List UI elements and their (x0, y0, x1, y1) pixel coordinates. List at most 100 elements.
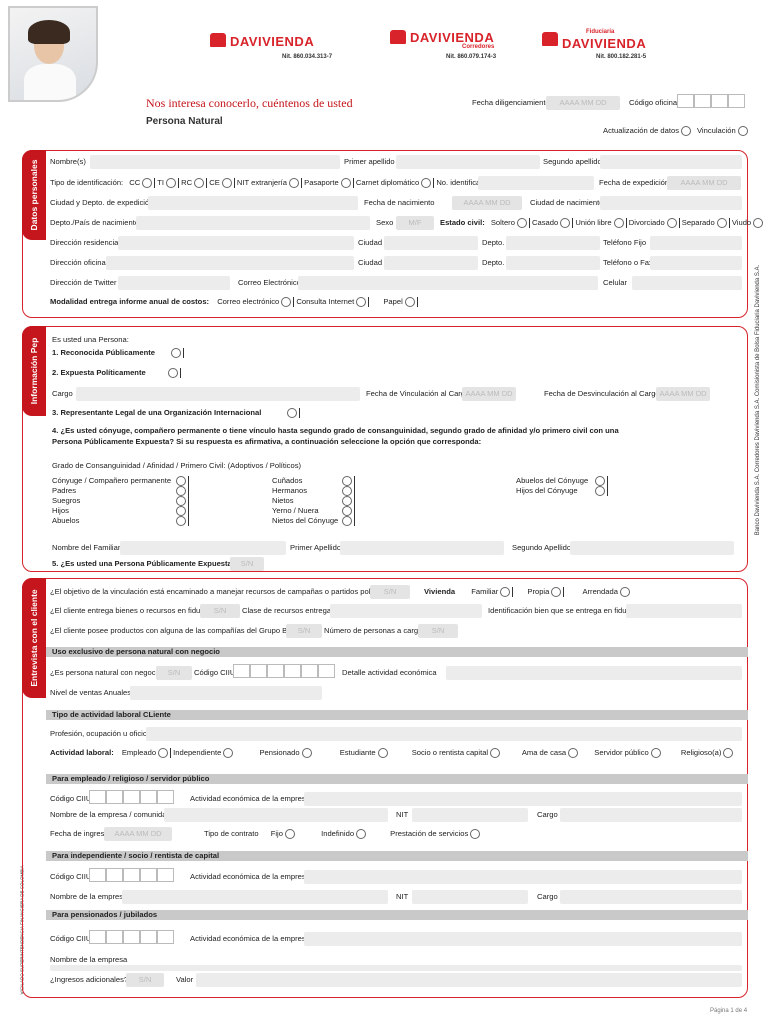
nit-ind-input[interactable] (412, 890, 528, 904)
num-personas-input[interactable]: S/N (418, 624, 458, 638)
actividad-empresa-input[interactable] (304, 792, 742, 806)
q1-radio[interactable] (170, 348, 181, 358)
socio-rentista-radio[interactable] (490, 748, 501, 758)
codigo-oficina-input[interactable] (677, 94, 745, 108)
familiar-vivienda-radio[interactable] (500, 587, 511, 597)
familiar-radio[interactable] (176, 476, 186, 486)
fecha-vinculacion-input[interactable]: AAAA MM DD (462, 387, 516, 401)
soltero-radio[interactable] (516, 218, 527, 228)
no-identificacion-input[interactable] (478, 176, 594, 190)
contrato-prestacion-radio[interactable] (470, 829, 481, 839)
ingresos-adicionales-input[interactable]: S/N (126, 973, 164, 987)
actualizacion-radio[interactable] (681, 126, 691, 136)
tipo-carnet-radio[interactable] (421, 178, 432, 188)
sexo-input[interactable]: M/F (396, 216, 434, 230)
fecha-ingreso-input[interactable]: AAAA MM DD (104, 827, 172, 841)
celular-input[interactable] (632, 276, 742, 290)
segundo-apellido-input[interactable] (600, 155, 742, 169)
tipo-nit-radio[interactable] (289, 178, 299, 188)
servidor-publico-radio[interactable] (650, 748, 661, 758)
ciiu-negocio-input[interactable] (233, 664, 335, 678)
ident-bien-input[interactable] (626, 604, 742, 618)
familiar-radio[interactable] (342, 486, 352, 496)
q2-radio[interactable] (167, 368, 178, 378)
familiar-radio[interactable] (342, 516, 352, 526)
familiar-radio[interactable] (176, 516, 186, 526)
tipo-rc-radio[interactable] (194, 178, 205, 188)
pep-primer-apellido-input[interactable] (340, 541, 504, 555)
separado-radio[interactable] (716, 218, 727, 228)
ciiu-pensionado-input[interactable] (89, 930, 174, 944)
ciudad-oficina-input[interactable] (384, 256, 478, 270)
detalle-actividad-input[interactable] (446, 666, 742, 680)
tel-fijo-input[interactable] (650, 236, 742, 250)
dir-oficina-input[interactable] (106, 256, 354, 270)
q-objetivo-input[interactable]: S/N (370, 585, 410, 599)
cargo-empleado-input[interactable] (560, 808, 742, 822)
actividad-empresa-ind-input[interactable] (304, 870, 742, 884)
ciudad-residencia-input[interactable] (384, 236, 478, 250)
nombre-input[interactable] (90, 155, 340, 169)
q-negocio-input[interactable]: S/N (156, 666, 192, 680)
familiar-radio[interactable] (176, 486, 186, 496)
fecha-nacimiento-input[interactable]: AAAA MM DD (452, 196, 522, 210)
fecha-desvinculacion-input[interactable]: AAAA MM DD (656, 387, 710, 401)
contrato-indefinido-radio[interactable] (356, 829, 367, 839)
tipo-ce-radio[interactable] (221, 178, 232, 188)
q-fiducia-input[interactable]: S/N (200, 604, 240, 618)
nombre-empresa-comunidad-input[interactable] (164, 808, 388, 822)
familiar-radio[interactable] (595, 486, 605, 496)
pep-segundo-apellido-input[interactable] (570, 541, 734, 555)
ciudad-expedicion-input[interactable] (148, 196, 358, 210)
ciudad-nacimiento-input[interactable] (600, 196, 742, 210)
tipo-pasaporte-radio[interactable] (340, 178, 351, 188)
q5-input[interactable]: S/N (230, 557, 264, 571)
casado-radio[interactable] (560, 218, 571, 228)
familiar-radio[interactable] (342, 506, 352, 516)
divorciado-radio[interactable] (666, 218, 677, 228)
propia-vivienda-radio[interactable] (551, 587, 562, 597)
dir-residencia-input[interactable] (118, 236, 354, 250)
actividad-empresa-pen-input[interactable] (304, 932, 742, 946)
correo-input[interactable] (298, 276, 598, 290)
fecha-expedicion-input[interactable]: AAAA MM DD (667, 176, 741, 190)
tipo-cc-radio[interactable] (142, 178, 153, 188)
nombre-empresa-ind-input[interactable] (122, 890, 388, 904)
nivel-ventas-input[interactable] (130, 686, 322, 700)
q3-radio[interactable] (287, 408, 298, 418)
fecha-diligenciamiento-input[interactable]: AAAA MM DD (546, 96, 620, 110)
twitter-input[interactable] (118, 276, 230, 290)
familiar-radio[interactable] (176, 506, 186, 516)
familiar-radio[interactable] (342, 496, 352, 506)
papel-radio[interactable] (404, 297, 415, 307)
valor-input[interactable] (196, 973, 742, 987)
q-productos-input[interactable]: S/N (286, 624, 322, 638)
pensionado-radio[interactable] (301, 748, 312, 758)
familiar-radio[interactable] (176, 496, 186, 506)
ciiu-independiente-input[interactable] (89, 868, 174, 882)
ama-casa-radio[interactable] (568, 748, 579, 758)
primer-apellido-input[interactable] (396, 155, 540, 169)
estudiante-radio[interactable] (377, 748, 388, 758)
pais-nacimiento-input[interactable] (136, 216, 370, 230)
arrendada-vivienda-radio[interactable] (619, 587, 630, 597)
independiente-radio[interactable] (223, 748, 234, 758)
tipo-ti-radio[interactable] (166, 178, 176, 188)
union-libre-radio[interactable] (613, 218, 624, 228)
consulta-internet-radio[interactable] (356, 297, 367, 307)
familiar-radio[interactable] (595, 476, 605, 486)
contrato-fijo-radio[interactable] (284, 829, 295, 839)
ciiu-empleado-input[interactable] (89, 790, 174, 804)
correo-electronico-radio[interactable] (281, 297, 292, 307)
nombre-familiar-input[interactable] (120, 541, 286, 555)
vinculacion-radio[interactable] (737, 126, 748, 136)
viudo-radio[interactable] (753, 218, 764, 228)
profesion-input[interactable] (146, 727, 742, 741)
nombre-empresa-pen-input[interactable] (50, 965, 742, 971)
cargo-ind-input[interactable] (560, 890, 742, 904)
religioso-radio[interactable] (723, 748, 734, 758)
depto-residencia-input[interactable] (506, 236, 600, 250)
empleado-radio[interactable] (158, 748, 169, 758)
familiar-radio[interactable] (342, 476, 352, 486)
tel-fax-input[interactable] (650, 256, 742, 270)
